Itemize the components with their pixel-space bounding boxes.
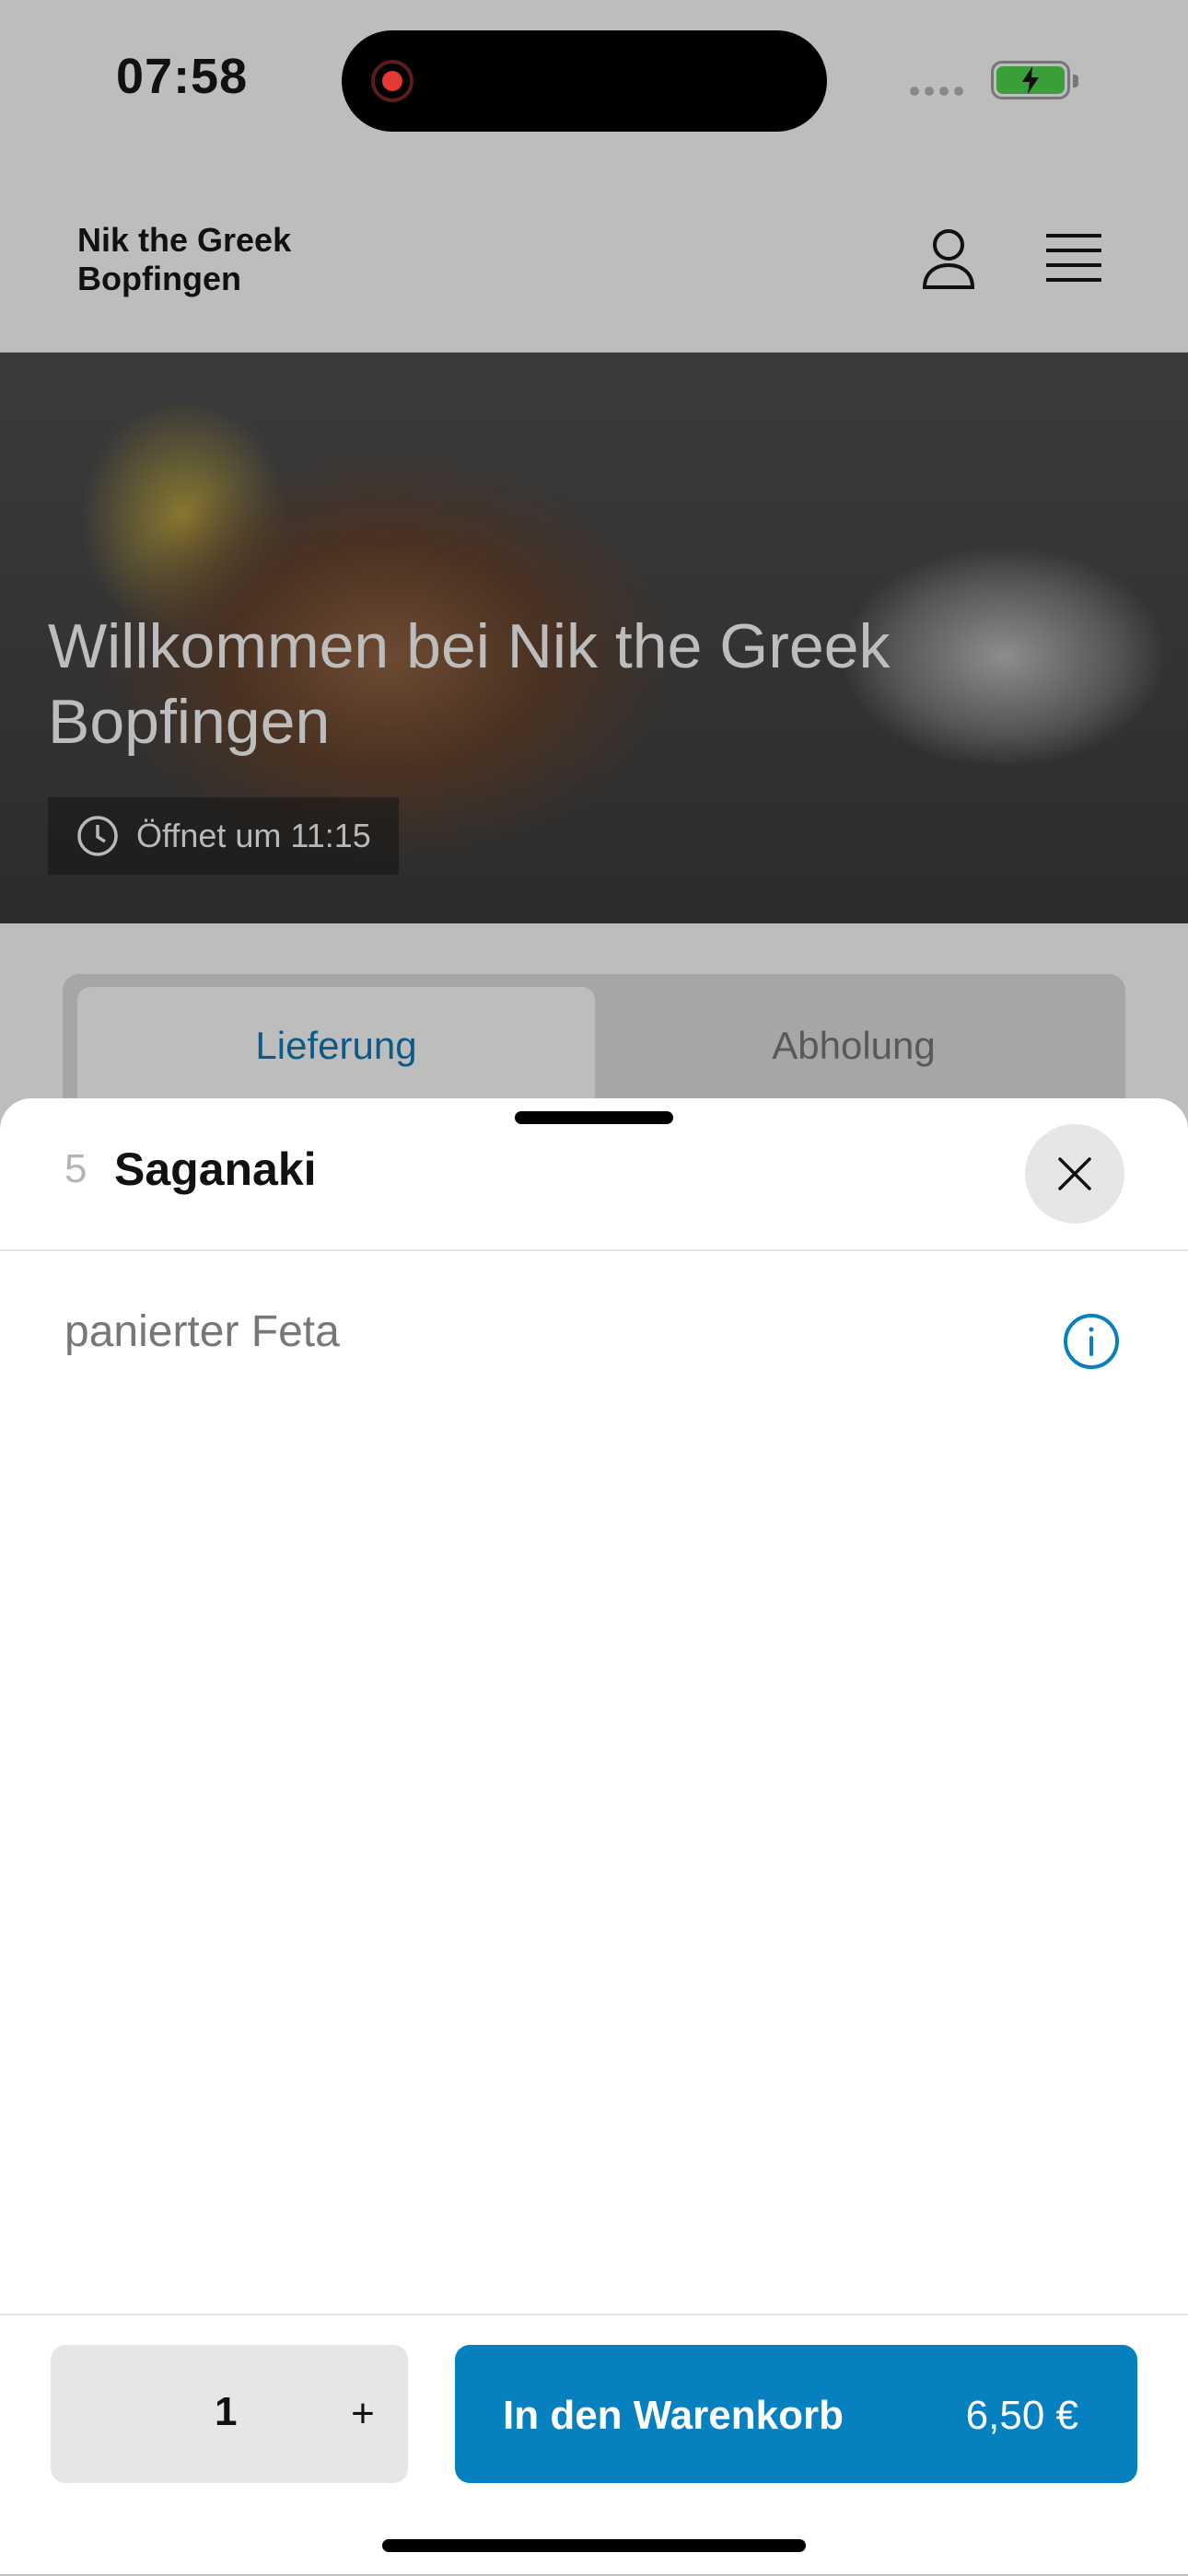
dynamic-island [342, 30, 827, 132]
opening-hours-badge: Öffnet um 11:15 [48, 797, 399, 875]
clock-icon [77, 816, 118, 856]
hero-title: Willkommen bei Nik the Greek Bopfingen [48, 611, 891, 757]
app-header: Nik the Greek Bopfingen [0, 175, 1188, 353]
close-button[interactable] [1025, 1124, 1124, 1224]
opening-hours-text: Öffnet um 11:15 [136, 817, 371, 854]
hamburger-menu-icon[interactable] [1044, 230, 1103, 285]
quantity-value: 1 [215, 2389, 238, 2434]
status-bar: 07:58 [0, 0, 1188, 166]
sheet-header: 5 Saganaki [0, 1098, 1188, 1251]
item-description: panierter Feta [64, 1307, 340, 1356]
close-icon [1058, 1157, 1091, 1190]
increase-quantity-button[interactable]: + [327, 2373, 399, 2455]
signal-icon [910, 87, 963, 96]
item-price: 6,50 € [965, 2393, 1078, 2438]
item-name: Saganaki [114, 1143, 317, 1195]
item-number: 5 [64, 1146, 87, 1191]
add-to-cart-label: In den Warenkorb [503, 2393, 844, 2438]
user-account-icon[interactable] [921, 226, 976, 291]
status-time: 07:58 [116, 49, 249, 104]
sheet-footer: 1 + In den Warenkorb 6,50 € [0, 2314, 1188, 2576]
screen-recording-icon [371, 60, 413, 102]
info-icon[interactable] [1062, 1312, 1121, 1371]
add-to-cart-button[interactable]: In den Warenkorb 6,50 € [455, 2345, 1137, 2483]
restaurant-name[interactable]: Nik the Greek Bopfingen [77, 221, 446, 298]
battery-charging-icon [991, 61, 1078, 99]
quantity-stepper: 1 + [51, 2345, 408, 2483]
home-indicator[interactable] [382, 2539, 806, 2552]
hero-banner: Willkommen bei Nik the Greek Bopfingen Ö… [0, 353, 1188, 923]
item-detail-sheet: 5 Saganaki panierter Feta 1 + In den War… [0, 1098, 1188, 2574]
